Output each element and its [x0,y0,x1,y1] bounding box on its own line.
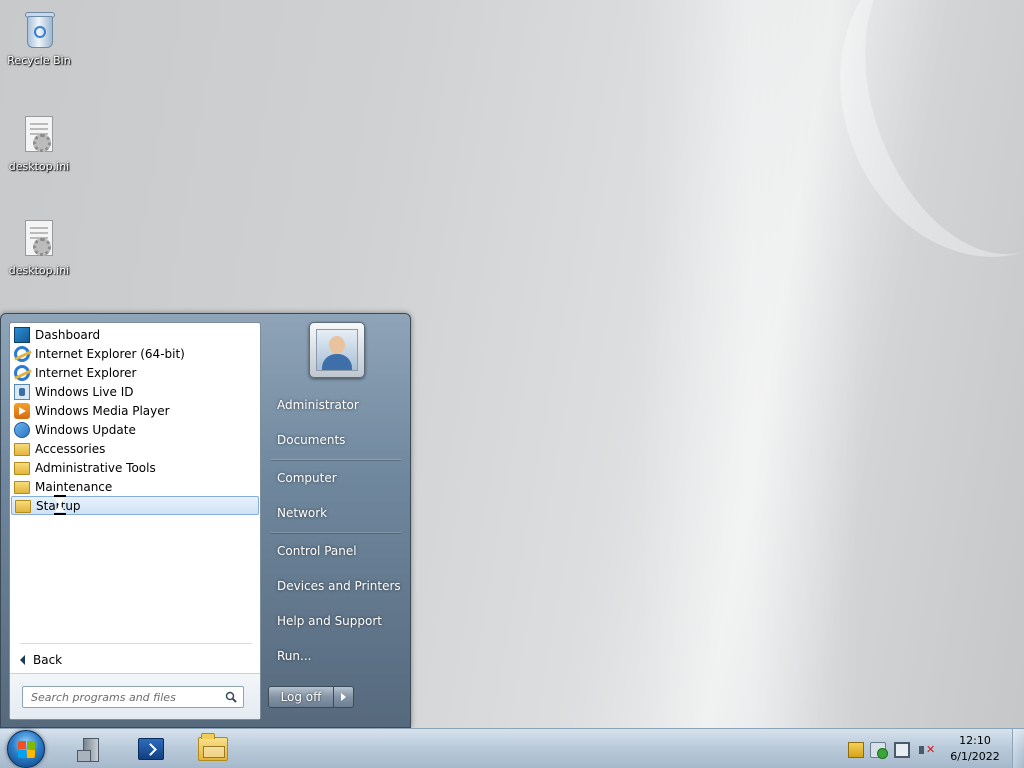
divider [20,643,252,644]
program-label: Windows Media Player [35,403,170,418]
back-label: Back [33,653,63,667]
busy-cursor-icon [54,495,66,515]
clock-date: 6/1/2022 [950,750,1000,763]
right-item-computer[interactable]: Computer [267,464,405,492]
user-picture-icon [316,329,358,371]
program-folder-maintenance[interactable]: Maintenance [11,477,259,496]
program-label: Accessories [35,441,106,456]
taskbar-powershell[interactable] [129,732,173,766]
right-item-network[interactable]: Network [267,499,405,527]
program-folder-startup[interactable]: Startup [11,496,259,515]
right-item-devices-printers[interactable]: Devices and Printers [267,572,405,600]
windows-live-id-icon [14,383,30,400]
right-item-label: Run... [277,649,312,663]
powershell-icon [138,738,164,760]
right-item-control-panel[interactable]: Control Panel [267,537,405,565]
right-item-documents[interactable]: Documents [267,426,405,454]
program-folder-administrative-tools[interactable]: Administrative Tools [11,458,259,477]
ini-file-icon [19,218,59,262]
security-check-icon[interactable] [870,742,888,759]
media-player-icon [14,402,30,419]
desktop-icon-label: desktop.ini [8,160,70,173]
logoff-button[interactable]: Log off [268,686,334,708]
search-icon[interactable] [225,691,237,703]
volume-muted-icon[interactable] [918,742,935,758]
program-item-media-player[interactable]: Windows Media Player [11,401,259,420]
start-menu: Dashboard Internet Explorer (64-bit) Int… [0,313,411,728]
program-label: Dashboard [35,327,101,342]
right-item-administrator[interactable]: Administrator [267,391,405,419]
right-item-label: Network [277,506,328,520]
programs-pane: Dashboard Internet Explorer (64-bit) Int… [9,322,261,720]
desktop-icon-label: Recycle Bin [7,54,71,67]
right-item-label: Devices and Printers [277,579,401,593]
shutdown-options-arrow-icon[interactable] [334,686,354,708]
folder-icon [14,481,30,494]
desktop-icon-recycle-bin[interactable]: Recycle Bin [4,8,74,67]
program-label: Internet Explorer (64-bit) [35,346,185,361]
program-item-ie[interactable]: Internet Explorer [11,363,259,382]
dashboard-icon [14,326,30,343]
desktop-icon-desktop-ini[interactable]: desktop.ini [4,114,74,173]
internet-explorer-icon [14,345,30,362]
program-item-ie64[interactable]: Internet Explorer (64-bit) [11,344,259,363]
program-item-windows-update[interactable]: Windows Update [11,420,259,439]
back-arrow-icon [20,655,25,665]
right-item-run[interactable]: Run... [267,642,405,670]
back-button[interactable]: Back [20,650,62,670]
program-item-dashboard[interactable]: Dashboard [11,325,259,344]
logoff-group: Log off [268,686,354,708]
search-area [10,673,260,719]
system-clock[interactable]: 12:10 6/1/2022 [944,733,1006,765]
recycle-bin-icon [19,8,59,52]
right-item-help-support[interactable]: Help and Support [267,607,405,635]
ini-file-icon [19,114,59,158]
show-desktop-button[interactable] [1012,729,1024,768]
right-item-label: Control Panel [277,544,357,558]
divider [271,459,401,460]
right-item-label: Administrator [277,398,359,412]
program-label: Windows Update [35,422,136,437]
folder-icon [14,462,30,475]
program-label: Administrative Tools [35,460,156,475]
wallpaper-highlight [640,0,860,728]
desktop-icon-label: desktop.ini [8,264,70,277]
taskbar-server-manager[interactable] [68,732,112,766]
search-input[interactable] [31,690,211,704]
windows-logo-icon [18,741,36,759]
desktop-icon-desktop-ini-2[interactable]: desktop.ini [4,218,74,277]
right-item-label: Help and Support [277,614,382,628]
search-box[interactable] [22,686,244,708]
program-item-windows-live-id[interactable]: Windows Live ID [11,382,259,401]
windows-update-icon [14,421,30,438]
server-manager-icon [77,736,103,762]
right-item-label: Computer [277,471,337,485]
folder-icon [14,443,30,456]
internet-explorer-icon [14,364,30,381]
program-label: Windows Live ID [35,384,134,399]
taskbar-windows-explorer[interactable] [191,732,235,766]
taskbar: 12:10 6/1/2022 [0,728,1024,768]
action-center-flag-icon[interactable] [848,742,864,758]
program-label: Internet Explorer [35,365,137,380]
clock-time: 12:10 [959,734,991,747]
network-icon[interactable] [894,742,910,758]
program-label: Maintenance [35,479,113,494]
start-button[interactable] [7,730,45,768]
right-item-label: Documents [277,433,346,447]
divider [271,532,401,533]
program-folder-accessories[interactable]: Accessories [11,439,259,458]
folder-icon [198,733,228,761]
folder-icon [15,500,31,513]
user-avatar[interactable] [309,322,365,378]
